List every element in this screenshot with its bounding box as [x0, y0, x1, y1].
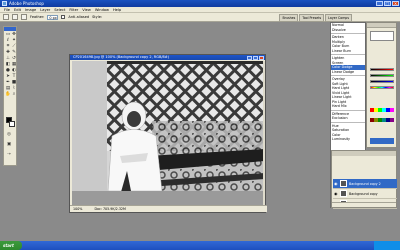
menu-layer[interactable]: Layer — [38, 8, 52, 12]
quick-mask-icon[interactable]: ◎ — [6, 132, 12, 138]
jump-to-imageready-icon[interactable]: ⇢ — [6, 152, 12, 158]
taskbar: start — [0, 241, 400, 250]
eye-icon[interactable]: ◉ — [334, 191, 338, 196]
blend-separator — [331, 109, 365, 111]
feather-input[interactable]: 0 px — [47, 14, 59, 20]
toolbox: ▭ ✥ ℓ ✦ ⌗ ⟋ ✚ ✎ ⊥ ↺ ◧ ▦ ● ◐ ➤ T ✒ ■ ▤ ⌇ … — [3, 26, 17, 166]
document-maximize-button[interactable] — [253, 55, 258, 60]
menu-view[interactable]: View — [80, 8, 93, 12]
layer-row[interactable]: ◉ Background copy — [333, 189, 397, 199]
color-ramp[interactable] — [370, 86, 394, 89]
document-minimize-button[interactable] — [247, 55, 252, 60]
screen-mode-icon[interactable]: ▣ — [6, 142, 12, 148]
maximize-button[interactable]: □ — [384, 1, 391, 6]
navigator-preview[interactable] — [370, 31, 394, 41]
start-button[interactable]: start — [0, 241, 22, 250]
menu-file[interactable]: File — [2, 8, 12, 12]
vertical-scrollbar[interactable] — [263, 61, 265, 206]
blend-separator — [331, 74, 365, 76]
document-size-info: Doc: 705.9K/2.32M — [94, 207, 126, 211]
layer-name: Background copy — [349, 191, 378, 196]
menu-image[interactable]: Image — [23, 8, 38, 12]
tab-brushes[interactable]: Brushes — [279, 14, 299, 22]
system-tray — [374, 241, 400, 250]
layers-panel-toolbar — [332, 202, 396, 207]
document-close-button[interactable] — [259, 55, 264, 60]
blend-separator — [331, 32, 365, 34]
document-status-bar: 100% Doc: 705.9K/2.32M — [70, 205, 267, 212]
color-panel-header — [367, 23, 396, 28]
title-bar: Adobe Photoshop _ □ × — [0, 0, 400, 7]
layer-thumbnail — [340, 190, 347, 197]
antialias-checkbox[interactable] — [61, 15, 66, 19]
photoshop-app-icon — [2, 1, 7, 6]
window-controls: _ □ × — [376, 1, 399, 6]
menu-edit[interactable]: Edit — [12, 8, 23, 12]
document-window-controls — [247, 55, 264, 60]
color-palette-panel — [366, 22, 397, 148]
layers-panel: ◉ Background copy 2 ◉ Background copy ◉ … — [331, 150, 397, 209]
document-window: CP2016498.jpg @ 100% (Background copy 2,… — [69, 54, 267, 213]
layers-options — [332, 156, 396, 168]
eye-icon[interactable]: ◉ — [334, 181, 338, 186]
layer-row[interactable]: ◉ Background copy 2 — [333, 179, 397, 189]
red-slider[interactable] — [370, 68, 394, 71]
palette-well: Brushes Tool Presets Layer Comps — [279, 14, 352, 22]
blue-slider[interactable] — [370, 80, 394, 83]
image-canvas[interactable] — [72, 61, 265, 206]
tool-preset-icon[interactable] — [3, 14, 9, 20]
zoom-tool-icon[interactable]: ⌕ — [11, 92, 17, 98]
add-selection-icon[interactable] — [21, 14, 27, 20]
photoshop-window: Adobe Photoshop _ □ × File Edit Image La… — [0, 0, 400, 250]
menu-filter[interactable]: Filter — [67, 8, 80, 12]
menu-window[interactable]: Window — [93, 8, 111, 12]
layer-thumbnail — [340, 180, 347, 187]
document-title-bar: CP2016498.jpg @ 100% (Background copy 2,… — [70, 55, 265, 60]
new-selection-icon[interactable] — [12, 14, 18, 20]
tool-grid: ▭ ✥ ℓ ✦ ⌗ ⟋ ✚ ✎ ⊥ ↺ ◧ ▦ ● ◐ ➤ T ✒ ■ ▤ ⌇ … — [4, 31, 16, 98]
document-title: CP2016498.jpg @ 100% (Background copy 2,… — [73, 55, 170, 59]
layer-name: Background copy 2 — [349, 181, 381, 186]
background-color-swatch[interactable] — [9, 121, 15, 127]
close-button[interactable]: × — [392, 1, 399, 6]
swatches-grid[interactable] — [370, 108, 394, 128]
blend-separator — [331, 53, 365, 55]
color-sliders[interactable] — [370, 65, 394, 95]
feather-label: Feather: — [30, 15, 45, 19]
menu-select[interactable]: Select — [52, 8, 67, 12]
green-slider[interactable] — [370, 74, 394, 77]
tab-tool-presets[interactable]: Tool Presets — [299, 14, 325, 22]
blend-separator — [331, 121, 365, 123]
blend-option[interactable]: Luminosity — [331, 137, 365, 142]
antialias-label: Anti-aliased — [68, 15, 90, 19]
inverted-photo — [72, 61, 265, 206]
styles-strip[interactable] — [370, 138, 394, 144]
tab-layer-comps[interactable]: Layer Comps — [325, 14, 352, 22]
window-title: Adobe Photoshop — [9, 1, 44, 6]
menu-help[interactable]: Help — [111, 8, 123, 12]
minimize-button[interactable]: _ — [376, 1, 383, 6]
zoom-level[interactable]: 100% — [73, 206, 82, 212]
style-label: Style: — [92, 15, 103, 19]
